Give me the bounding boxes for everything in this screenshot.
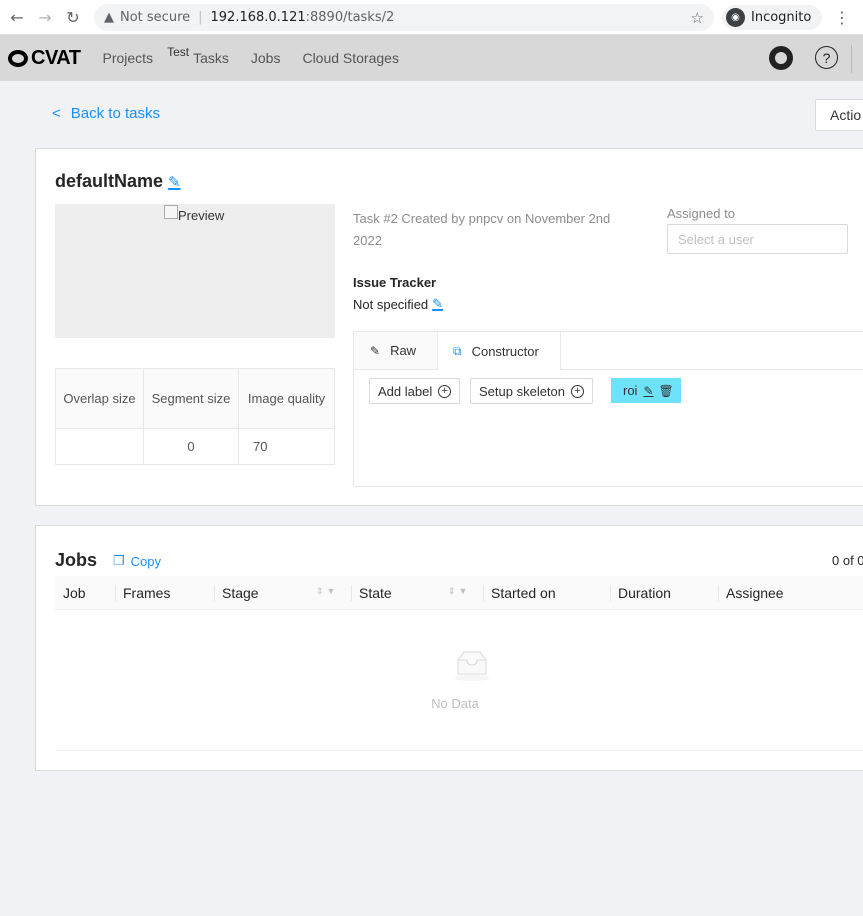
- overlap-size-header: Overlap size: [55, 368, 144, 429]
- jobs-title: Jobs: [55, 550, 98, 570]
- header-divider: [851, 45, 852, 73]
- reload-icon[interactable]: ↻: [62, 6, 84, 28]
- col-started-on[interactable]: Started on: [483, 576, 556, 610]
- setup-skeleton-button[interactable]: Setup skeleton +: [470, 378, 594, 404]
- nav-projects[interactable]: Projects: [102, 50, 153, 66]
- add-label-button[interactable]: Add label +: [369, 378, 461, 404]
- chevron-left-icon: <: [52, 105, 61, 122]
- jobs-table-header: Job Frames Stage ⇕▼ State ⇕▼ Started on …: [55, 576, 863, 610]
- label-tag-roi[interactable]: roi ✎ 🗑: [611, 378, 681, 403]
- logo-text: CVAT: [31, 46, 81, 69]
- omnibox-divider: |: [198, 10, 203, 25]
- image-quality-value: 70: [253, 439, 268, 454]
- security-status: Not secure: [120, 10, 191, 25]
- edit-issue-tracker-icon[interactable]: ✎: [432, 296, 443, 312]
- back-to-tasks-label: Back to tasks: [70, 105, 160, 122]
- overlap-size-value: [55, 428, 144, 465]
- copy-button[interactable]: ❐ Copy: [113, 553, 161, 569]
- plus-circle-icon: +: [438, 384, 452, 398]
- col-job[interactable]: Job: [55, 576, 86, 610]
- image-quality-header: Image quality: [238, 368, 335, 429]
- tab-constructor[interactable]: ⧉ Constructor: [438, 332, 561, 370]
- label-name: roi: [623, 383, 638, 398]
- edit-icon: ✎: [370, 343, 381, 358]
- tab-bar-rest: [561, 332, 863, 370]
- issue-tracker-value: Not specified ✎: [353, 296, 443, 312]
- col-state[interactable]: State: [351, 576, 392, 610]
- nav-test-label: Test: [167, 45, 190, 59]
- sort-filter-icon[interactable]: ⇕▼: [316, 586, 338, 597]
- edit-label-icon[interactable]: ✎: [643, 384, 653, 398]
- help-icon[interactable]: ?: [815, 46, 838, 69]
- back-arrow-icon[interactable]: ←: [6, 6, 28, 28]
- incognito-label: Incognito: [751, 10, 812, 25]
- actions-button[interactable]: Actio: [815, 99, 863, 131]
- bookmark-star-icon[interactable]: ☆: [691, 9, 704, 27]
- jobs-card: Jobs ❐ Copy 0 of 0 Job Frames Stage ⇕▼ S…: [35, 525, 863, 771]
- preview-alt-text: Preview: [178, 208, 225, 223]
- forward-arrow-icon[interactable]: →: [34, 6, 56, 28]
- col-frames[interactable]: Frames: [115, 576, 170, 610]
- segment-size-value: 0: [143, 428, 239, 465]
- nav-cloud-storages[interactable]: Cloud Storages: [302, 50, 399, 66]
- copy-label: Copy: [130, 553, 162, 569]
- task-preview: Preview: [55, 204, 335, 338]
- empty-inbox-icon: [454, 651, 490, 681]
- add-label-text: Add label: [378, 383, 433, 399]
- col-duration[interactable]: Duration: [610, 576, 671, 610]
- github-icon[interactable]: [769, 46, 793, 70]
- setup-skeleton-text: Setup skeleton: [479, 383, 566, 399]
- build-icon: ⧉: [453, 343, 462, 358]
- broken-image-icon: [164, 205, 178, 219]
- cvat-logo-icon: [8, 49, 28, 67]
- col-stage[interactable]: Stage: [214, 576, 259, 610]
- cvat-logo[interactable]: CVAT: [8, 46, 81, 70]
- task-name: defaultName: [55, 171, 164, 191]
- copy-icon: ❐: [113, 553, 125, 568]
- col-assignee[interactable]: Assignee: [718, 576, 784, 610]
- back-to-tasks-link[interactable]: < Back to tasks: [52, 105, 160, 122]
- assigned-to-label: Assigned to: [667, 206, 735, 221]
- jobs-empty-state: [55, 610, 863, 751]
- tab-raw[interactable]: ✎ Raw: [354, 332, 438, 370]
- warning-icon: ▲: [104, 10, 114, 25]
- jobs-count: 0 of 0: [832, 553, 863, 568]
- no-data-text: No Data: [431, 696, 479, 711]
- sort-filter-icon[interactable]: ⇕▼: [448, 586, 470, 597]
- address-bar[interactable]: ▲ Not secure | 192.168.0.121 :8890/tasks…: [94, 4, 714, 31]
- incognito-icon: ◉: [726, 8, 745, 27]
- task-created-info: Task #2 Created by pnpcv on November 2nd…: [353, 211, 611, 248]
- browser-menu-icon[interactable]: ⋮: [834, 8, 850, 27]
- edit-name-icon[interactable]: ✎: [168, 173, 181, 191]
- delete-label-icon[interactable]: 🗑: [659, 384, 674, 398]
- task-details-card: defaultName ✎ Preview Overlap size Segme…: [35, 148, 863, 506]
- app-header: CVAT Projects Test Tasks Jobs Cloud Stor…: [0, 35, 863, 81]
- issue-tracker-label: Issue Tracker: [353, 275, 437, 290]
- nav-tasks[interactable]: Tasks: [193, 50, 229, 66]
- label-editor: ✎ Raw ⧉ Constructor Add label + Setup sk…: [353, 331, 863, 487]
- plus-circle-icon: +: [571, 384, 585, 398]
- task-params-table: Overlap size Segment size Image quality …: [55, 368, 335, 465]
- task-title: defaultName ✎: [55, 171, 181, 192]
- nav-jobs[interactable]: Jobs: [251, 50, 281, 66]
- browser-toolbar: ← → ↻ ▲ Not secure | 192.168.0.121 :8890…: [0, 0, 863, 35]
- incognito-badge[interactable]: ◉ Incognito: [722, 5, 822, 30]
- url-path: :8890/tasks/2: [305, 10, 395, 25]
- tab-constructor-label: Constructor: [471, 343, 539, 359]
- issue-tracker-text: Not specified: [353, 296, 429, 312]
- url-host: 192.168.0.121: [210, 10, 306, 25]
- segment-size-header: Segment size: [143, 368, 239, 429]
- assignee-select[interactable]: Select a user: [667, 224, 848, 254]
- tab-raw-label: Raw: [390, 343, 417, 358]
